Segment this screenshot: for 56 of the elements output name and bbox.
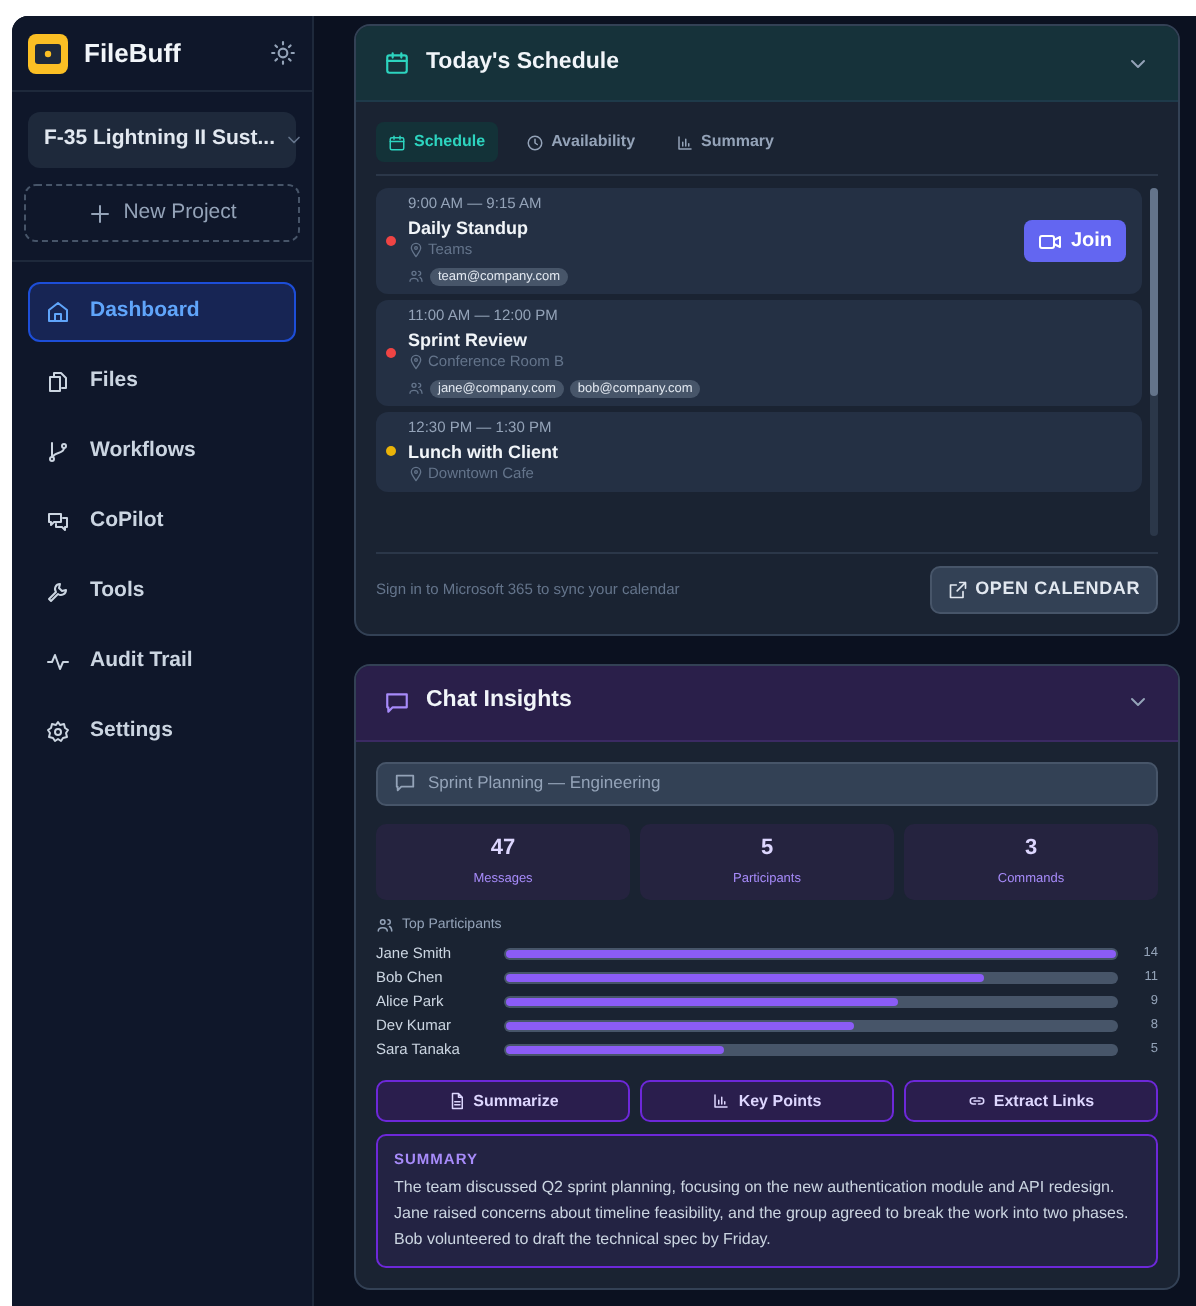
join-button[interactable]: Join xyxy=(1024,220,1126,263)
summary-text: The team discussed Q2 sprint planning, focusing on the new authentication module and API redesign. Jane raised concerns about timeline feasibility, and the group agreed to break the work into two phases. Bob volunteered to draft the technical spec by Friday. xyxy=(394,1176,1131,1252)
message-icon xyxy=(394,772,416,794)
message-icon xyxy=(384,689,410,715)
external-link-icon xyxy=(947,579,968,600)
nav-item[interactable]: Settings xyxy=(28,702,296,762)
app-name: FileBuff xyxy=(84,35,183,72)
nav-item[interactable]: Tools xyxy=(28,562,296,622)
tab[interactable]: Availability xyxy=(513,122,648,162)
clock-icon xyxy=(525,133,544,151)
action-button[interactable]: Summarize xyxy=(376,1080,630,1122)
home-icon xyxy=(46,300,70,324)
nav-item[interactable]: CoPilot xyxy=(28,492,296,552)
location-pin-icon xyxy=(408,466,424,483)
location-pin-icon xyxy=(408,354,424,371)
link-icon xyxy=(967,1092,986,1110)
calendar-icon xyxy=(384,50,410,76)
card-title: Today's Schedule xyxy=(426,47,621,78)
event-title: Lunch with Client xyxy=(408,441,560,463)
people-icon xyxy=(408,268,424,285)
nav-item[interactable]: Workflows xyxy=(28,422,296,482)
files-icon xyxy=(46,370,70,394)
channel-field[interactable]: Sprint Planning — Engineering xyxy=(376,761,1158,805)
folder-logo-icon xyxy=(28,33,68,73)
sun-icon xyxy=(270,40,296,66)
location-pin-icon xyxy=(408,242,424,259)
stat-value: 47 xyxy=(490,833,516,864)
wrench-icon xyxy=(46,580,70,604)
new-project-button[interactable]: New Project xyxy=(24,184,300,242)
event-title: Sprint Review xyxy=(408,329,530,351)
branch-icon xyxy=(46,440,70,464)
action-button[interactable]: Extract Links xyxy=(904,1080,1158,1122)
chat-icon xyxy=(46,510,70,534)
settings-icon xyxy=(46,720,70,744)
theme-toggle-button[interactable] xyxy=(270,40,296,66)
people-icon xyxy=(376,916,394,935)
nav-item[interactable]: Audit Trail xyxy=(28,632,296,692)
open-calendar-button[interactable]: OPEN CALENDAR xyxy=(929,566,1158,613)
tab[interactable]: Schedule xyxy=(376,122,498,162)
action-button[interactable]: Key Points xyxy=(640,1080,894,1122)
nav-item[interactable]: Dashboard xyxy=(28,282,296,342)
event-title: Daily Standup xyxy=(408,217,531,238)
stat-value: 3 xyxy=(1024,833,1038,864)
people-icon xyxy=(408,380,424,397)
stat-value: 5 xyxy=(760,833,774,864)
bar-chart-icon xyxy=(712,1092,731,1110)
document-icon xyxy=(447,1092,466,1110)
tab[interactable]: Summary xyxy=(663,122,786,162)
project-selector[interactable]: F-35 Lightning II Sust... xyxy=(28,112,296,168)
pulse-icon xyxy=(46,650,70,674)
card-title: Chat Insights xyxy=(426,686,574,717)
bar-chart-icon xyxy=(675,133,694,151)
video-camera-icon xyxy=(1038,229,1063,254)
nav-item[interactable]: Files xyxy=(28,352,296,412)
plus-icon xyxy=(87,201,112,225)
calendar-icon xyxy=(388,133,406,151)
